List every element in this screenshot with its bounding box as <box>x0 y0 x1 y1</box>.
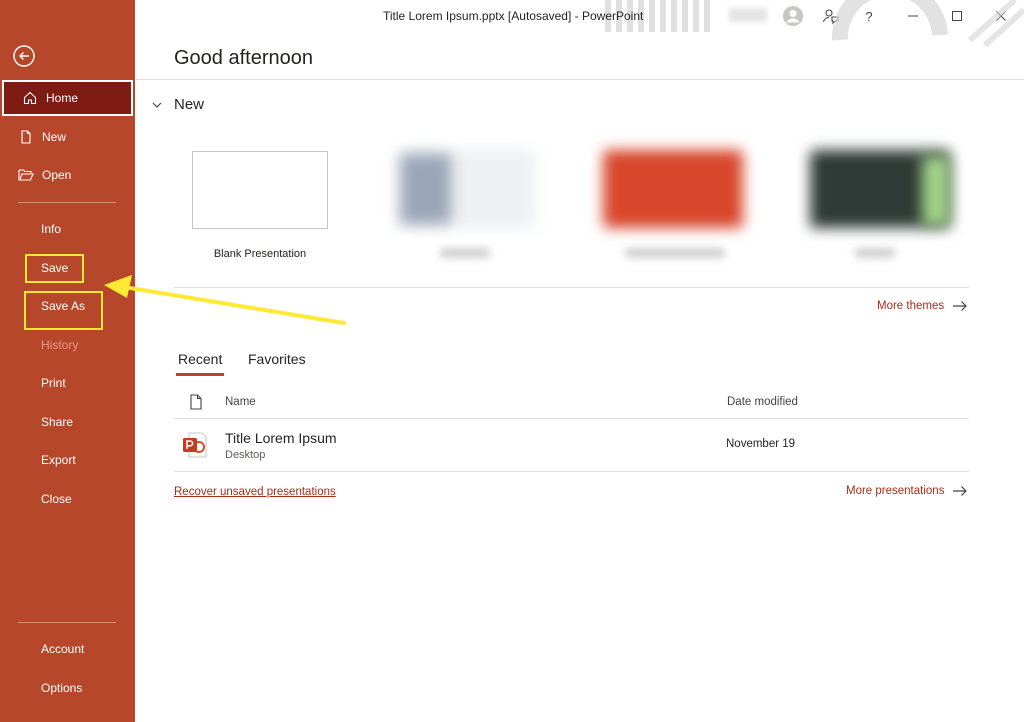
sidebar-item-options[interactable]: Options <box>0 670 135 706</box>
template-label <box>625 248 725 258</box>
table-row[interactable]: Title Lorem Ipsum Desktop November 19 <box>174 419 969 471</box>
new-doc-icon <box>18 129 34 145</box>
section-divider <box>174 287 969 288</box>
sidebar-item-open[interactable]: Open <box>0 157 135 193</box>
sidebar-item-history: History <box>0 327 135 363</box>
more-presentations-link[interactable]: More presentations <box>846 485 968 497</box>
template-label <box>855 248 895 258</box>
file-name: Title Lorem Ipsum <box>225 430 337 446</box>
sidebar-item-label: Export <box>41 453 76 467</box>
sidebar-item-label: Options <box>41 681 83 695</box>
user-avatar-icon <box>783 6 803 26</box>
sidebar-item-close[interactable]: Close <box>0 481 135 517</box>
file-date-modified: November 19 <box>726 438 796 450</box>
arrow-right-icon <box>953 301 967 311</box>
home-icon <box>22 90 38 106</box>
sidebar-item-label: Close <box>41 492 72 506</box>
avatar[interactable] <box>781 4 805 28</box>
sidebar-item-print[interactable]: Print <box>0 365 135 401</box>
powerpoint-file-icon <box>183 432 207 458</box>
account-name-blurred <box>729 8 767 22</box>
chevron-down-icon <box>152 102 162 108</box>
sidebar-item-save-as[interactable]: Save As <box>0 288 135 324</box>
background-decoration <box>831 0 1024 48</box>
file-location: Desktop <box>225 449 266 461</box>
template-thumbnail[interactable] <box>810 150 950 232</box>
recover-unsaved-link[interactable]: Recover unsaved presentations <box>174 486 336 498</box>
sidebar-item-label: Info <box>41 222 62 236</box>
template-label <box>440 248 490 258</box>
blank-presentation-template[interactable] <box>192 151 328 229</box>
sidebar-item-label: Open <box>42 168 72 182</box>
sidebar-item-save[interactable]: Save <box>0 250 135 286</box>
sidebar-item-account[interactable]: Account <box>0 631 135 667</box>
column-header-name[interactable]: Name <box>225 396 256 408</box>
sidebar-item-label: History <box>41 338 79 352</box>
sidebar-item-info[interactable]: Info <box>0 211 135 247</box>
window-title: Title Lorem Ipsum.pptx [Autosaved] - Pow… <box>383 9 644 23</box>
file-type-icon <box>190 394 202 410</box>
tab-recent[interactable]: Recent <box>178 351 222 367</box>
sidebar-item-export[interactable]: Export <box>0 442 135 478</box>
blank-presentation-label: Blank Presentation <box>213 248 307 260</box>
template-thumbnail[interactable] <box>395 150 535 232</box>
tab-label: Favorites <box>248 351 306 367</box>
sidebar-divider <box>18 622 116 623</box>
back-arrow-icon <box>13 45 35 67</box>
sidebar-divider <box>18 202 116 203</box>
sidebar-item-label: New <box>42 130 67 144</box>
back-button[interactable] <box>12 44 36 68</box>
more-themes-link[interactable]: More themes <box>877 300 968 312</box>
sidebar-item-share[interactable]: Share <box>0 404 135 440</box>
tab-favorites[interactable]: Favorites <box>248 351 306 367</box>
backstage-sidebar: Home New Open Info Save Save As History … <box>0 0 135 722</box>
list-divider <box>174 471 969 472</box>
page-title: Good afternoon <box>174 47 313 69</box>
sidebar-item-home[interactable]: Home <box>2 80 133 116</box>
sidebar-item-label: Home <box>46 91 79 105</box>
sidebar-item-label: Share <box>41 415 74 429</box>
template-thumbnail[interactable] <box>603 150 743 232</box>
new-section-title: New <box>174 96 205 113</box>
folder-open-icon <box>18 167 34 183</box>
new-section-header[interactable]: New <box>150 96 204 113</box>
tab-label: Recent <box>178 351 223 367</box>
more-presentations-label: More presentations <box>846 485 945 497</box>
sidebar-item-label: Save As <box>41 299 86 313</box>
sidebar-item-label: Print <box>41 376 66 390</box>
more-themes-label: More themes <box>877 300 945 312</box>
active-tab-indicator <box>176 373 224 376</box>
column-header-date[interactable]: Date modified <box>727 396 798 408</box>
arrow-right-icon <box>953 486 968 496</box>
sidebar-item-label: Account <box>41 642 85 656</box>
header-divider <box>135 79 1024 80</box>
sidebar-item-new[interactable]: New <box>0 119 135 155</box>
sidebar-item-label: Save <box>41 261 69 275</box>
